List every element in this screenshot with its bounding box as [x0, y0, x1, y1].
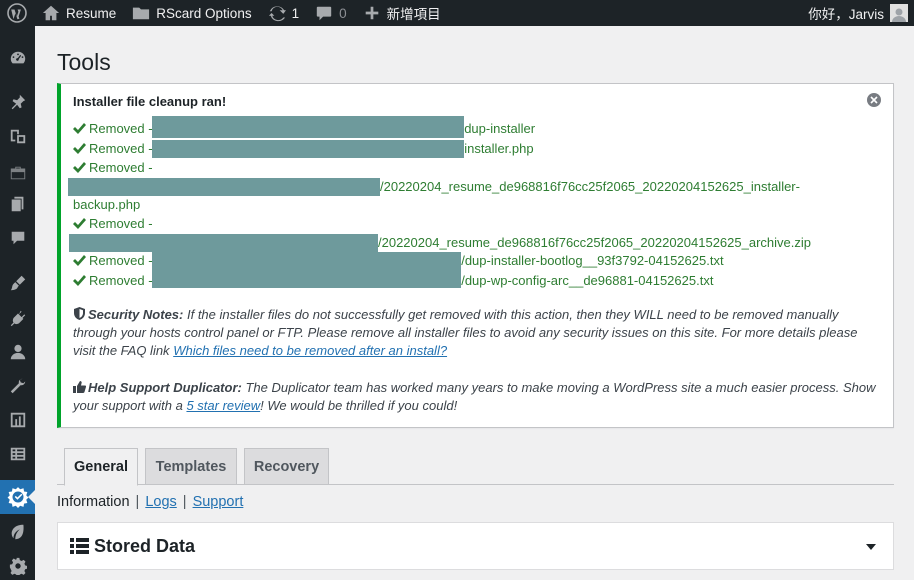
- comments-count: 0: [339, 5, 347, 21]
- leaf-icon[interactable]: [0, 518, 35, 546]
- subnav-information[interactable]: Information: [57, 494, 130, 510]
- faq-link[interactable]: Which files need to be removed after an …: [173, 343, 447, 358]
- updates-count: 1: [291, 5, 300, 21]
- close-icon: [870, 96, 878, 104]
- removed-file-name: /20220204_resume_de968816f76cc25f2065_20…: [380, 179, 800, 195]
- subnav-separator: |: [135, 494, 140, 510]
- subnav-support-link[interactable]: Support: [193, 494, 244, 510]
- stored-data-panel[interactable]: Stored Data: [57, 522, 894, 570]
- redacted-path: [69, 234, 378, 253]
- new-content-menu[interactable]: 新增項目: [355, 0, 449, 26]
- removed-item: Removed - installer.php: [73, 139, 879, 159]
- tab-templates[interactable]: Templates: [145, 448, 237, 485]
- wordpress-logo-menu[interactable]: [0, 0, 34, 26]
- site-name-label: Resume: [66, 5, 117, 21]
- redacted-path: [152, 139, 465, 158]
- redacted-path: [68, 178, 380, 197]
- removed-item-continued: /20220204_resume_de968816f76cc25f2065_20…: [69, 234, 879, 253]
- support-label: Help Support Duplicator:: [88, 379, 242, 395]
- appearance-icon[interactable]: [0, 269, 35, 297]
- support-end-text: ! We would be thrilled if you could!: [260, 397, 458, 413]
- checkmark-icon: [73, 141, 86, 159]
- removed-item: Removed -: [73, 215, 879, 234]
- removed-file-name: backup.php: [73, 197, 141, 213]
- removed-prefix: Removed -: [89, 121, 153, 137]
- removed-file-name: installer.php: [464, 140, 534, 156]
- checkmark-icon: [73, 121, 86, 139]
- comments-menu[interactable]: 0: [307, 0, 355, 26]
- subnav-separator: |: [182, 494, 187, 510]
- comments-icon[interactable]: [0, 224, 35, 252]
- pin-icon[interactable]: [0, 88, 35, 116]
- new-content-label: 新增項目: [386, 7, 441, 22]
- gear-icon[interactable]: [0, 552, 35, 580]
- removed-item: Removed - /dup-wp-config-arc__de96881-04…: [73, 269, 879, 291]
- removed-item: Removed - dup-installer: [73, 116, 879, 139]
- stored-data-title: Stored Data: [94, 535, 196, 556]
- admin-sidebar: [0, 26, 35, 580]
- caret-down-icon[interactable]: [866, 544, 876, 550]
- table-icon[interactable]: [0, 440, 35, 468]
- support-notes: Help Support Duplicator: The Duplicator …: [73, 379, 879, 415]
- folder-icon: [132, 4, 150, 22]
- cleanup-notice: Installer file cleanup ran! Removed - du…: [57, 83, 894, 429]
- tools-icon[interactable]: [0, 372, 35, 400]
- rscard-options-label: RScard Options: [156, 5, 252, 21]
- checkmark-icon: [73, 160, 86, 178]
- removed-prefix: Removed -: [89, 215, 153, 231]
- removed-file-name: /dup-installer-bootlog__93f3792-04152625…: [461, 253, 724, 269]
- thumbs-up-icon: [73, 380, 87, 393]
- security-notes-label: Security Notes:: [88, 306, 184, 322]
- security-notes: Security Notes: If the installer files d…: [73, 306, 879, 361]
- media-icon[interactable]: [0, 122, 35, 150]
- my-account-menu[interactable]: 你好，Jarvis: [808, 3, 914, 23]
- checkmark-icon: [73, 253, 86, 271]
- redacted-path: [152, 252, 462, 271]
- avatar: [890, 4, 908, 22]
- pages-icon[interactable]: [0, 190, 35, 218]
- list-icon: [70, 538, 89, 554]
- removed-item: Removed -: [73, 159, 879, 178]
- removed-files-list: Removed - dup-installer Removed - instal…: [68, 116, 879, 291]
- removed-file-name: dup-installer: [464, 121, 536, 137]
- users-icon[interactable]: [0, 338, 35, 366]
- shield-icon: [73, 306, 86, 320]
- removed-prefix: Removed -: [89, 253, 153, 269]
- wordpress-icon: [7, 3, 27, 23]
- briefcase-icon[interactable]: [0, 159, 35, 187]
- plugins-icon[interactable]: [0, 304, 35, 332]
- star-review-link[interactable]: 5 star review: [186, 398, 260, 413]
- greeting-label: 你好，Jarvis: [808, 7, 884, 22]
- admin-bar: Resume RScard Options 1 0 新增項目 你好，Jarvis: [0, 0, 914, 26]
- duplicator-icon[interactable]: [0, 480, 35, 514]
- subnav-logs-link[interactable]: Logs: [145, 494, 176, 510]
- site-name-menu[interactable]: Resume: [34, 0, 124, 26]
- removed-file-name: /dup-wp-config-arc__de96881-04152625.txt: [461, 272, 714, 288]
- sub-navigation: Information | Logs | Support: [57, 494, 243, 510]
- updates-menu[interactable]: 1: [260, 0, 308, 26]
- notice-title: Installer file cleanup ran!: [73, 94, 227, 110]
- removed-prefix: Removed -: [89, 159, 153, 175]
- redacted-path: [152, 116, 465, 139]
- tools-tabs: General Templates Recovery: [57, 447, 894, 486]
- rscard-options-menu[interactable]: RScard Options: [124, 0, 259, 26]
- refresh-icon: [268, 4, 286, 22]
- plus-icon: [363, 4, 381, 22]
- tab-recovery[interactable]: Recovery: [244, 448, 329, 485]
- comment-icon: [315, 4, 333, 22]
- home-icon: [42, 4, 60, 22]
- dashboard-icon[interactable]: [0, 44, 35, 72]
- removed-file-name: /20220204_resume_de968816f76cc25f2065_20…: [378, 235, 811, 251]
- checkmark-icon: [73, 216, 86, 234]
- checkmark-icon: [73, 273, 86, 291]
- page-title: Tools: [57, 49, 111, 75]
- removed-prefix: Removed -: [89, 140, 153, 156]
- removed-item-continued: /20220204_resume_de968816f76cc25f2065_20…: [68, 178, 879, 197]
- removed-prefix: Removed -: [89, 272, 153, 288]
- redacted-path: [152, 269, 462, 288]
- removed-item-continued: backup.php: [73, 196, 879, 214]
- main-content: Tools Installer file cleanup ran! Remove…: [57, 26, 894, 570]
- tab-general[interactable]: General: [64, 448, 138, 486]
- settings-sliders-icon[interactable]: [0, 406, 35, 434]
